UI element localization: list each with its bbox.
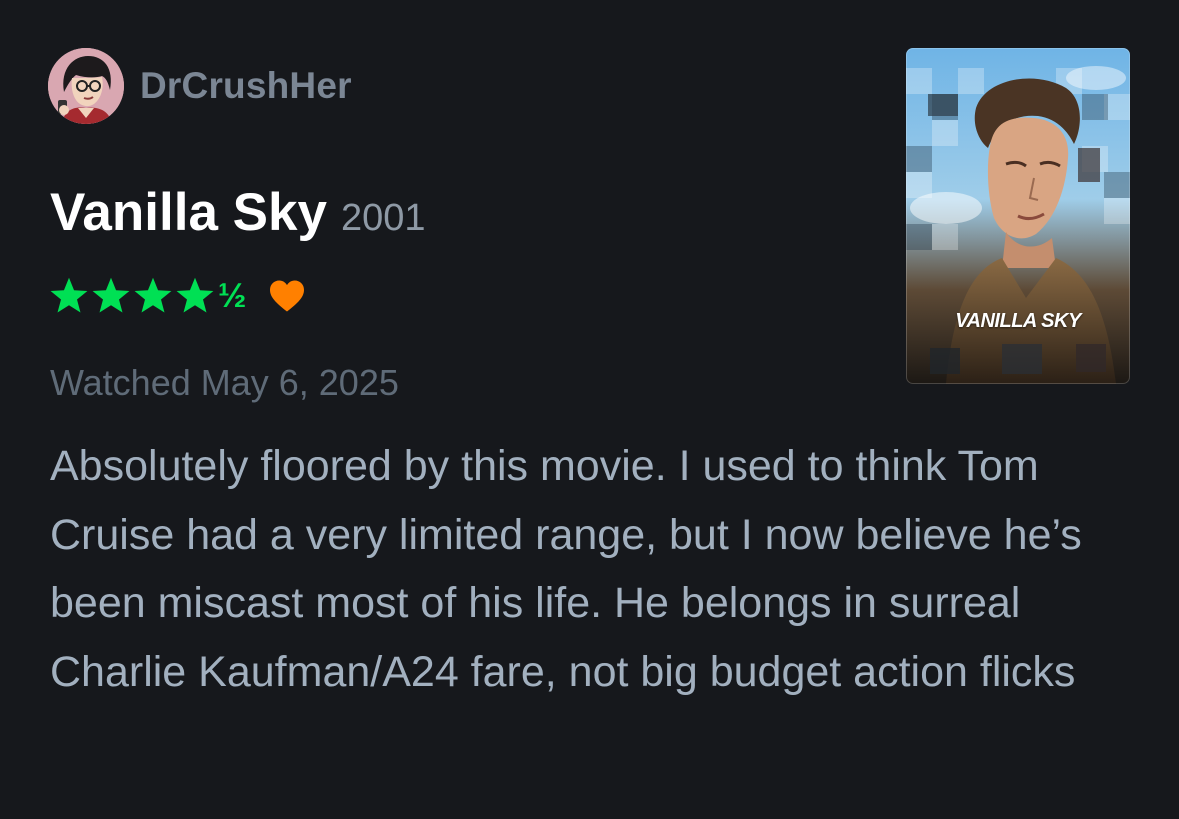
film-title[interactable]: Vanilla Sky [50,182,327,243]
film-heading: Vanilla Sky 2001 [50,182,426,243]
film-poster[interactable]: VANILLA SKY [906,48,1130,384]
star-icon [48,276,90,316]
rating-row: ½ [48,274,306,318]
film-year[interactable]: 2001 [341,197,426,240]
username[interactable]: DrCrushHer [140,65,352,107]
heart-icon [270,280,305,312]
watched-date: Watched May 6, 2025 [50,362,399,403]
review-body: Absolutely floored by this movie. I used… [50,432,1130,706]
review-card: DrCrushHer Vanilla Sky 2001 ½ Watched Ma… [0,0,1179,819]
cartoon-portrait-avatar-icon [48,48,124,124]
star-icon [132,276,174,316]
half-star-symbol: ½ [218,277,247,315]
avatar[interactable] [48,48,124,124]
poster-image [906,48,1130,384]
poster-title: VANILLA SKY [955,310,1081,332]
star-icon [174,276,216,316]
star-rating: ½ [48,276,246,316]
review-author[interactable]: DrCrushHer [48,48,352,124]
review-text: Absolutely floored by this movie. I used… [50,442,1082,696]
star-icon [90,276,132,316]
